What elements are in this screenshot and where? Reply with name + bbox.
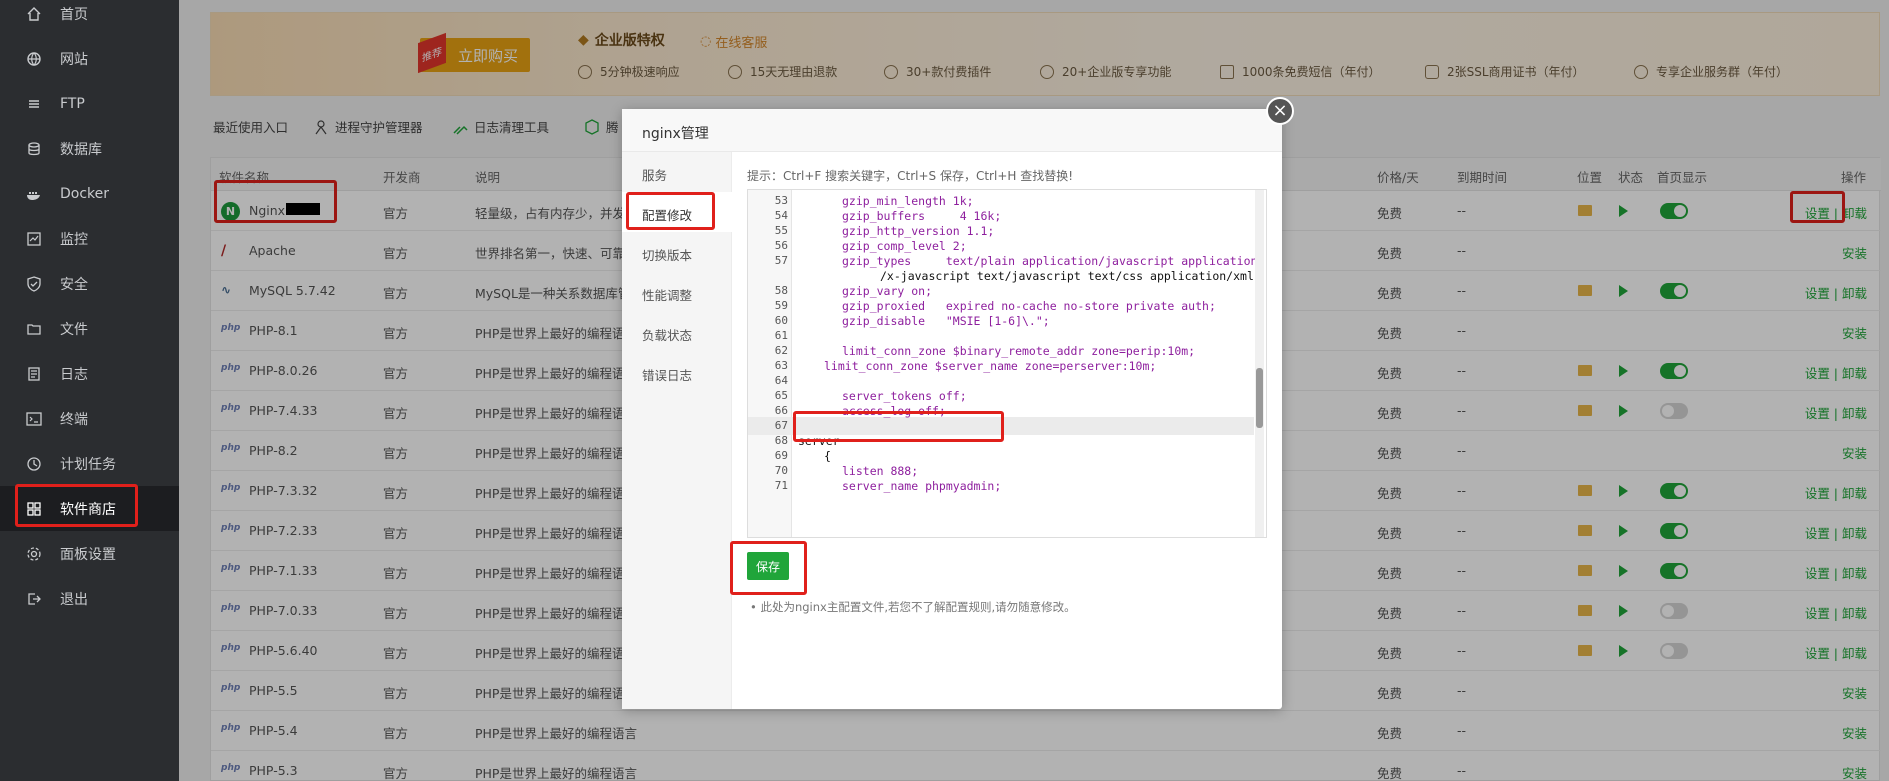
line-number: 69 <box>774 449 788 462</box>
line-number: 66 <box>774 404 788 417</box>
line-number: 60 <box>774 314 788 327</box>
code-line: gzip_types text/plain application/javasc… <box>842 254 1258 268</box>
line-number: 56 <box>774 239 788 252</box>
sidebar-item-label: 终端 <box>60 411 88 428</box>
code-line: { <box>824 449 831 463</box>
sidebar-item-database[interactable]: 数据库 <box>0 126 179 171</box>
sidebar-item-label: 首页 <box>60 6 88 23</box>
sidebar-item-files[interactable]: 文件 <box>0 306 179 351</box>
sidebar-item-label: Docker <box>60 185 110 202</box>
code-line: gzip_min_length 1k; <box>842 194 974 208</box>
sidebar-item-monitor[interactable]: 监控 <box>0 216 179 261</box>
tab-error-log[interactable]: 错误日志 <box>622 352 732 392</box>
log-icon <box>26 366 42 382</box>
code-line: gzip_buffers 4 16k; <box>842 209 1002 223</box>
sidebar-item-docker[interactable]: Docker <box>0 171 179 216</box>
code-line: limit_conn_zone $server_name zone=perser… <box>824 359 1157 373</box>
config-editor[interactable]: 53 gzip_min_length 1k; 54 gzip_buffers 4 16… <box>747 189 1267 538</box>
sidebar-item-label: 面板设置 <box>60 546 116 563</box>
sidebar-item-cron[interactable]: 计划任务 <box>0 441 179 486</box>
line-number: 71 <box>774 479 788 492</box>
docker-icon <box>26 186 42 202</box>
line-number: 65 <box>774 389 788 402</box>
code-line: gzip_http_version 1.1; <box>842 224 995 238</box>
sidebar-item-logs[interactable]: 日志 <box>0 351 179 396</box>
monitor-icon <box>26 231 42 247</box>
highlight-box-config-tab <box>626 192 715 230</box>
code-line: limit_conn_zone $binary_remote_addr zone… <box>842 344 1196 358</box>
sidebar-item-logout[interactable]: 退出 <box>0 576 179 621</box>
sidebar-item-label: FTP <box>60 95 85 112</box>
line-number: 61 <box>774 329 788 342</box>
sidebar-item-security[interactable]: 安全 <box>0 261 179 306</box>
line-number: 53 <box>774 194 788 207</box>
code-line: gzip_vary on; <box>842 284 933 298</box>
code-line: listen 888; <box>842 464 919 478</box>
sidebar-item-label: 数据库 <box>60 141 102 158</box>
highlight-box-server-tokens <box>793 411 1004 442</box>
sidebar-item-label: 退出 <box>60 591 88 608</box>
sidebar-item-home[interactable]: 首页 <box>0 0 179 36</box>
sidebar-item-terminal[interactable]: 终端 <box>0 396 179 441</box>
line-number: 68 <box>774 434 788 447</box>
clock-icon <box>26 456 42 472</box>
sidebar-item-panel-settings[interactable]: 面板设置 <box>0 531 179 576</box>
sidebar-item-label: 监控 <box>60 231 88 248</box>
tab-switch-version[interactable]: 切换版本 <box>622 232 732 272</box>
close-icon[interactable]: × <box>1266 97 1294 125</box>
highlight-box-app-store <box>15 484 138 527</box>
code-line: /x-javascript text/javascript text/css a… <box>880 269 1261 283</box>
ftp-icon <box>26 96 42 112</box>
database-icon <box>26 141 42 157</box>
code-line: server_name phpmyadmin; <box>842 479 1002 493</box>
sidebar-item-label: 文件 <box>60 321 88 338</box>
tab-performance[interactable]: 性能调整 <box>622 272 732 312</box>
nginx-manager-modal: nginx管理 服务 配置修改 切换版本 性能调整 负载状态 错误日志 提示：C… <box>622 109 1282 709</box>
sidebar-item-label: 日志 <box>60 366 88 383</box>
line-number: 70 <box>774 464 788 477</box>
line-number: 58 <box>774 284 788 297</box>
sidebar-item-website[interactable]: 网站 <box>0 36 179 81</box>
globe-icon <box>26 51 42 67</box>
line-number: 63 <box>774 359 788 372</box>
code-line: server_tokens off; <box>842 389 967 403</box>
sidebar-item-label: 计划任务 <box>60 456 116 473</box>
shortcut-hint: 提示：Ctrl+F 搜索关键字，Ctrl+S 保存，Ctrl+H 查找替换! <box>747 169 1074 183</box>
code-line: gzip_proxied expired no-cache no-store p… <box>842 299 1216 313</box>
highlight-box-save <box>730 541 807 595</box>
modal-title: nginx管理 <box>622 109 1282 152</box>
line-number: 59 <box>774 299 788 312</box>
folder-icon <box>26 321 42 337</box>
terminal-icon <box>26 411 42 427</box>
logout-icon <box>26 591 42 607</box>
code-line: gzip_disable "MSIE [1-6]\."; <box>842 314 1050 328</box>
modal-side-menu: 服务 配置修改 切换版本 性能调整 负载状态 错误日志 <box>622 152 732 709</box>
line-number: 55 <box>774 224 788 237</box>
tab-service[interactable]: 服务 <box>622 152 732 192</box>
code-line: gzip_comp_level 2; <box>842 239 967 253</box>
gear-icon <box>26 546 42 562</box>
sidebar-item-label: 网站 <box>60 51 88 68</box>
line-number: 67 <box>774 419 788 432</box>
tab-load-status[interactable]: 负载状态 <box>622 312 732 352</box>
line-number: 54 <box>774 209 788 222</box>
line-number: 62 <box>774 344 788 357</box>
sidebar-item-ftp[interactable]: FTP <box>0 81 179 126</box>
shield-icon <box>26 275 42 292</box>
config-note-text: 此处为nginx主配置文件,若您不了解配置规则,请勿随意修改。 <box>760 600 1076 614</box>
sidebar: 首页 网站 FTP 数据库 Docker 监控 安全 文件 日志 终端 计划任务… <box>0 0 179 781</box>
editor-scrollbar[interactable] <box>1255 190 1264 537</box>
scrollbar-thumb[interactable] <box>1256 368 1263 428</box>
sidebar-item-label: 安全 <box>60 276 88 293</box>
line-number: 64 <box>774 374 788 387</box>
home-icon <box>26 6 42 22</box>
config-note: • 此处为nginx主配置文件,若您不了解配置规则,请勿随意修改。 <box>750 600 1076 614</box>
line-number: 57 <box>774 254 788 267</box>
